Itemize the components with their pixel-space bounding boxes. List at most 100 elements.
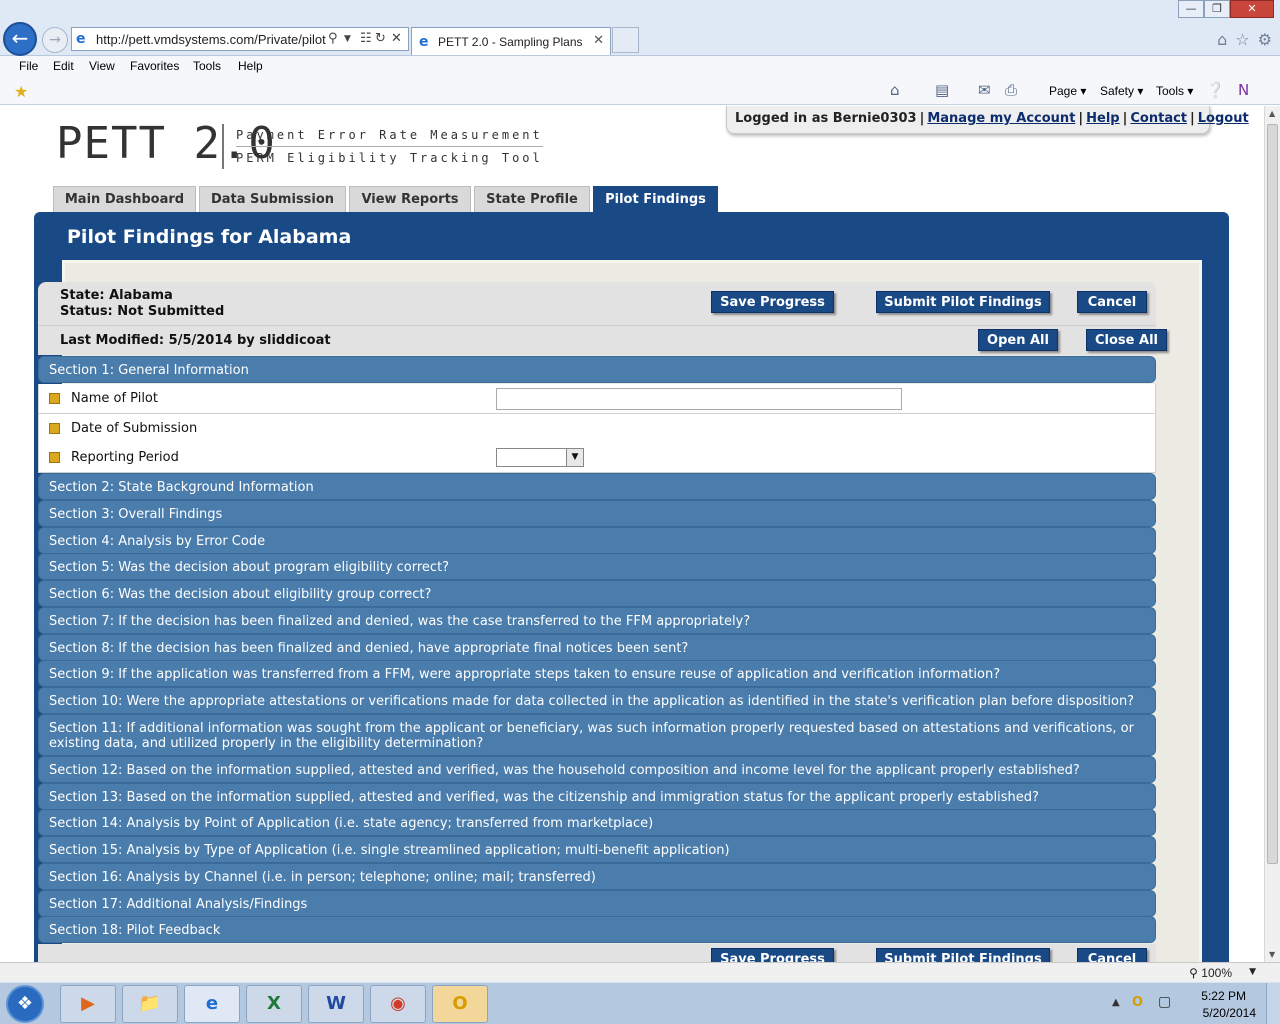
favorites-bar-star-icon[interactable]: ★ bbox=[14, 82, 28, 101]
compat-view-icon[interactable]: ☷ bbox=[360, 31, 372, 46]
menu-view[interactable]: View bbox=[89, 59, 115, 73]
file-explorer-icon[interactable]: 📁 bbox=[122, 985, 178, 1023]
feeds-icon[interactable]: ▤ bbox=[935, 81, 949, 99]
section-8-header[interactable]: Section 8: If the decision has been fina… bbox=[38, 634, 1156, 661]
save-progress-button-bottom[interactable]: Save Progress bbox=[711, 948, 834, 962]
dropdown-arrow-icon[interactable]: ▼ bbox=[344, 34, 351, 44]
section-4-header[interactable]: Section 4: Analysis by Error Code bbox=[38, 527, 1156, 554]
clock-date[interactable]: 5/20/2014 bbox=[1203, 1006, 1256, 1020]
cancel-button[interactable]: Cancel bbox=[1077, 291, 1147, 313]
scroll-down-icon[interactable]: ▼ bbox=[1269, 950, 1275, 959]
section-12-header[interactable]: Section 12: Based on the information sup… bbox=[38, 756, 1156, 783]
zoom-dropdown-icon[interactable]: ▼ bbox=[1249, 967, 1256, 977]
section-16-header[interactable]: Section 16: Analysis by Channel (i.e. in… bbox=[38, 863, 1156, 890]
show-hidden-icons-icon[interactable]: ▲ bbox=[1112, 997, 1120, 1008]
reporting-period-select[interactable]: ▼ bbox=[496, 448, 584, 467]
settings-gear-icon[interactable]: ⚙ bbox=[1258, 30, 1272, 49]
outlook-icon[interactable]: O bbox=[432, 985, 488, 1023]
section-14-header[interactable]: Section 14: Analysis by Point of Applica… bbox=[38, 809, 1156, 836]
tab-view-reports[interactable]: View Reports bbox=[349, 186, 471, 212]
browser-toolbar: ← → e http://pett.vmdsystems.com/Private… bbox=[0, 0, 1280, 56]
excel-icon[interactable]: X bbox=[246, 985, 302, 1023]
address-url[interactable]: http://pett.vmdsystems.com/Private/pilot… bbox=[96, 32, 326, 47]
section-15-header[interactable]: Section 15: Analysis by Type of Applicat… bbox=[38, 836, 1156, 863]
section-6-header[interactable]: Section 6: Was the decision about eligib… bbox=[38, 580, 1156, 607]
logged-in-text: Logged in as Bernie0303 bbox=[735, 111, 917, 126]
browser-tab-active[interactable]: e PETT 2.0 - Sampling Plans ✕ bbox=[411, 27, 611, 55]
stop-icon[interactable]: ✕ bbox=[391, 31, 402, 46]
tab-state-profile[interactable]: State Profile bbox=[474, 186, 590, 212]
mail-icon[interactable]: ✉ bbox=[978, 81, 991, 99]
manage-account-link[interactable]: Manage my Account bbox=[927, 111, 1075, 126]
section-11-header[interactable]: Section 11: If additional information wa… bbox=[38, 714, 1156, 756]
logout-link[interactable]: Logout bbox=[1198, 111, 1249, 126]
clock-time[interactable]: 5:22 PM bbox=[1201, 989, 1246, 1003]
back-button[interactable]: ← bbox=[3, 22, 37, 56]
save-progress-button[interactable]: Save Progress bbox=[711, 291, 834, 313]
contact-link[interactable]: Contact bbox=[1130, 111, 1187, 126]
section-7-header[interactable]: Section 7: If the decision has been fina… bbox=[38, 607, 1156, 634]
menu-file[interactable]: File bbox=[19, 59, 38, 73]
new-tab-button[interactable] bbox=[612, 27, 639, 53]
submit-pilot-findings-button[interactable]: Submit Pilot Findings bbox=[876, 291, 1050, 313]
zoom-level[interactable]: ⚲ 100% bbox=[1189, 966, 1232, 980]
media-player-icon[interactable]: ▶ bbox=[60, 985, 116, 1023]
print-icon[interactable]: ⎙ bbox=[1005, 81, 1017, 99]
tab-title: PETT 2.0 - Sampling Plans bbox=[438, 35, 583, 49]
search-icon[interactable]: ⚲ bbox=[328, 31, 338, 46]
menu-favorites[interactable]: Favorites bbox=[130, 59, 179, 73]
close-all-button[interactable]: Close All bbox=[1086, 329, 1167, 351]
tray-app-icon[interactable]: O bbox=[1132, 995, 1143, 1010]
start-button[interactable]: ❖ bbox=[6, 985, 44, 1023]
section-5-header[interactable]: Section 5: Was the decision about progra… bbox=[38, 553, 1156, 580]
section-13-header[interactable]: Section 13: Based on the information sup… bbox=[38, 783, 1156, 810]
home-icon[interactable]: ⌂ bbox=[1217, 30, 1227, 49]
help-icon[interactable]: ❔ bbox=[1206, 81, 1225, 99]
cancel-button-bottom[interactable]: Cancel bbox=[1077, 948, 1147, 962]
menu-tools[interactable]: Tools bbox=[193, 59, 221, 73]
close-tab-icon[interactable]: ✕ bbox=[593, 33, 604, 48]
tab-data-submission[interactable]: Data Submission bbox=[199, 186, 346, 212]
tab-pilot-findings[interactable]: Pilot Findings bbox=[593, 186, 718, 212]
home-cmd-icon[interactable]: ⌂ bbox=[890, 81, 900, 99]
safety-menu[interactable]: Safety ▾ bbox=[1100, 84, 1143, 98]
favorites-star-icon[interactable]: ☆ bbox=[1235, 30, 1249, 49]
help-link[interactable]: Help bbox=[1086, 111, 1119, 126]
logo-subtitle-line1: Payment Error Rate Measurement bbox=[236, 128, 543, 142]
close-window-icon[interactable]: ✕ bbox=[1230, 0, 1274, 18]
ie-tab-icon: e bbox=[419, 34, 429, 50]
bullet-icon bbox=[49, 452, 60, 463]
onenote-icon[interactable]: N bbox=[1238, 81, 1249, 99]
menu-help[interactable]: Help bbox=[238, 59, 263, 73]
show-desktop-button[interactable] bbox=[1266, 983, 1280, 1024]
section-9-header[interactable]: Section 9: If the application was transf… bbox=[38, 660, 1156, 687]
section-18-header[interactable]: Section 18: Pilot Feedback bbox=[38, 916, 1156, 943]
network-icon[interactable]: ▢ bbox=[1158, 994, 1171, 1010]
scrollbar-thumb[interactable] bbox=[1267, 124, 1278, 864]
bullet-icon bbox=[49, 393, 60, 404]
chrome-icon[interactable]: ◉ bbox=[370, 985, 426, 1023]
word-icon[interactable]: W bbox=[308, 985, 364, 1023]
internet-explorer-icon[interactable]: e bbox=[184, 985, 240, 1023]
forward-button[interactable]: → bbox=[42, 27, 68, 53]
vertical-scrollbar[interactable]: ▲ ▼ bbox=[1264, 106, 1280, 962]
section-3-header[interactable]: Section 3: Overall Findings bbox=[38, 500, 1156, 527]
tools-menu[interactable]: Tools ▾ bbox=[1156, 84, 1193, 98]
section-1-header[interactable]: Section 1: General Information bbox=[38, 356, 1156, 383]
address-bar[interactable]: e http://pett.vmdsystems.com/Private/pil… bbox=[71, 27, 409, 51]
menu-edit[interactable]: Edit bbox=[53, 59, 74, 73]
scroll-up-icon[interactable]: ▲ bbox=[1269, 109, 1275, 118]
open-all-button[interactable]: Open All bbox=[978, 329, 1058, 351]
browser-right-icons: ⌂ ☆ ⚙ bbox=[1209, 30, 1272, 49]
page-menu[interactable]: Page ▾ bbox=[1049, 84, 1086, 98]
system-tray: ▲ O ▢ 5:22 PM 5/20/2014 bbox=[1110, 983, 1280, 1024]
minimize-icon[interactable]: — bbox=[1178, 0, 1204, 18]
section-17-header[interactable]: Section 17: Additional Analysis/Findings bbox=[38, 890, 1156, 917]
submit-pilot-findings-button-bottom[interactable]: Submit Pilot Findings bbox=[876, 948, 1050, 962]
restore-icon[interactable]: ❐ bbox=[1204, 0, 1230, 18]
name-of-pilot-input[interactable] bbox=[496, 388, 902, 410]
section-2-header[interactable]: Section 2: State Background Information bbox=[38, 473, 1156, 500]
tab-main-dashboard[interactable]: Main Dashboard bbox=[53, 186, 196, 212]
section-10-header[interactable]: Section 10: Were the appropriate attesta… bbox=[38, 687, 1156, 714]
refresh-icon[interactable]: ↻ bbox=[375, 31, 386, 46]
